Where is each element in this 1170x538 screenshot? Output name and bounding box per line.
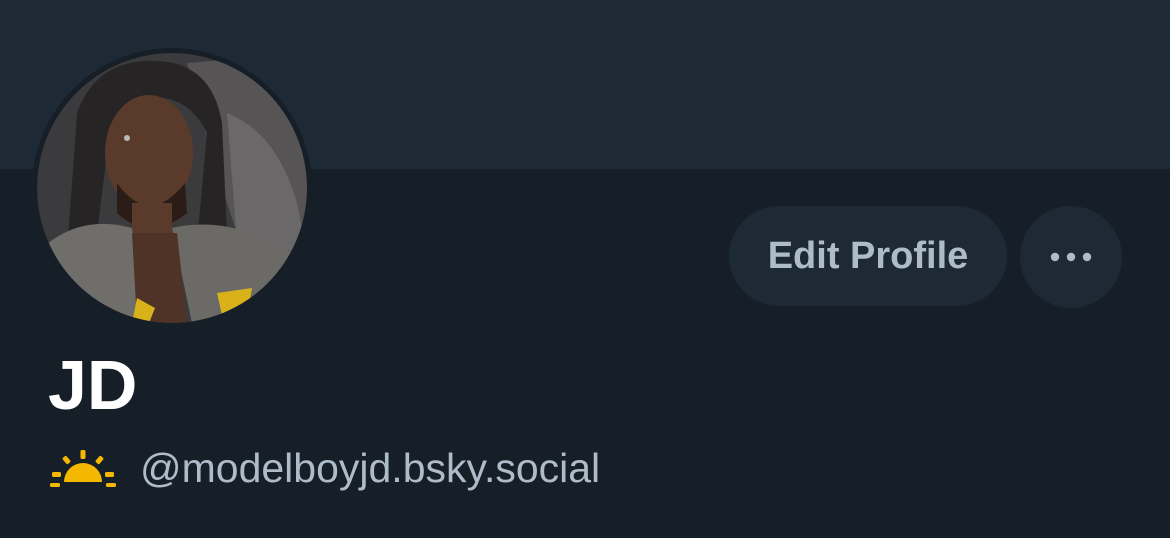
- display-name: JD: [48, 346, 138, 424]
- profile-page: Edit Profile JD @modelboyjd.bsky.social: [0, 0, 1170, 538]
- avatar[interactable]: [32, 48, 312, 328]
- ellipsis-icon: [1050, 252, 1092, 262]
- sunrise-emoji-icon: [50, 450, 116, 487]
- handle-row: @modelboyjd.bsky.social: [50, 440, 600, 496]
- avatar-image: [37, 53, 307, 323]
- profile-handle[interactable]: @modelboyjd.bsky.social: [140, 440, 600, 496]
- more-options-button[interactable]: [1020, 206, 1122, 308]
- edit-profile-button[interactable]: Edit Profile: [729, 206, 1007, 306]
- profile-actions: Edit Profile: [729, 206, 1122, 308]
